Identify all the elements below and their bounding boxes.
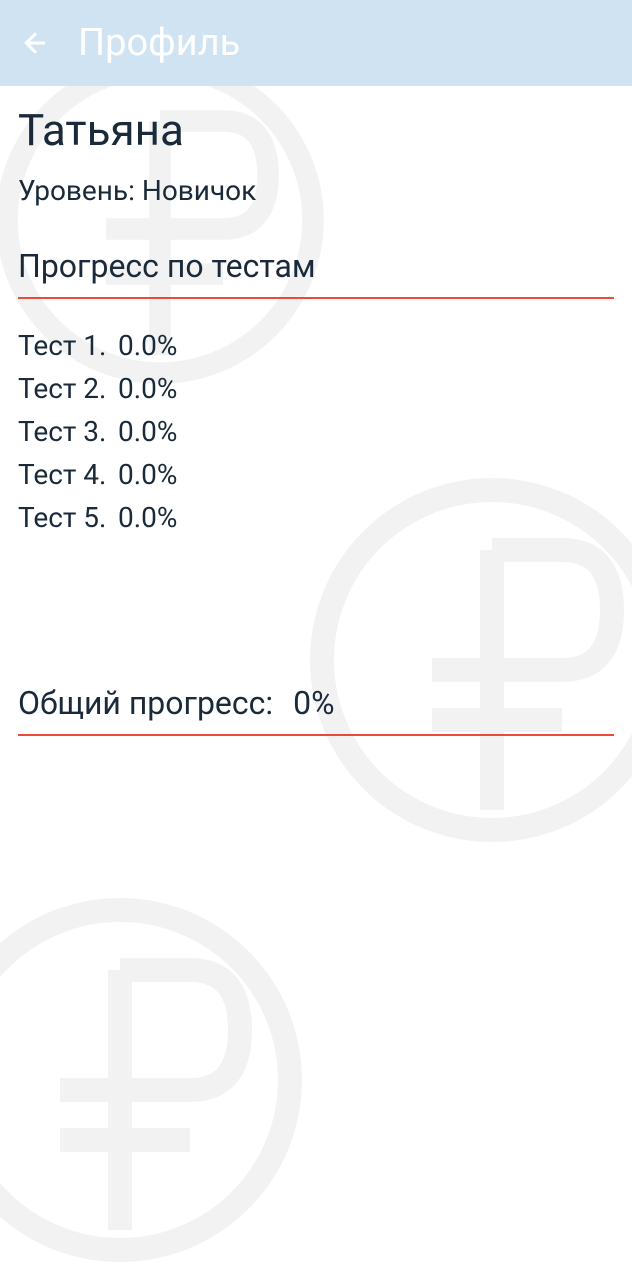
progress-section-title: Прогресс по тестам xyxy=(18,247,614,299)
test-label: Тест 4. xyxy=(18,458,118,491)
test-row: Тест 3. 0.0% xyxy=(18,415,614,448)
test-label: Тест 3. xyxy=(18,415,118,448)
test-label: Тест 5. xyxy=(18,501,118,534)
overall-progress-label: Общий прогресс: xyxy=(18,684,273,722)
test-label: Тест 1. xyxy=(18,329,118,362)
overall-progress-section: Общий прогресс: 0% xyxy=(18,684,614,736)
tests-list: Тест 1. 0.0% Тест 2. 0.0% Тест 3. 0.0% Т… xyxy=(18,329,614,534)
back-button[interactable] xyxy=(20,28,50,58)
main-content: Татьяна Уровень: Новичок Прогресс по тес… xyxy=(0,86,632,736)
test-row: Тест 4. 0.0% xyxy=(18,458,614,491)
test-value: 0.0% xyxy=(118,501,177,534)
test-value: 0.0% xyxy=(118,458,177,491)
test-value: 0.0% xyxy=(118,415,177,448)
app-header: Профиль xyxy=(0,0,632,86)
test-value: 0.0% xyxy=(118,329,177,362)
test-row: Тест 5. 0.0% xyxy=(18,501,614,534)
test-label: Тест 2. xyxy=(18,372,118,405)
test-row: Тест 1. 0.0% xyxy=(18,329,614,362)
test-value: 0.0% xyxy=(118,372,177,405)
test-row: Тест 2. 0.0% xyxy=(18,372,614,405)
page-title: Профиль xyxy=(78,21,240,65)
user-level: Уровень: Новичок xyxy=(18,174,614,207)
arrow-left-icon xyxy=(20,28,50,58)
user-name: Татьяна xyxy=(18,104,614,156)
overall-progress-value: 0% xyxy=(293,684,334,722)
